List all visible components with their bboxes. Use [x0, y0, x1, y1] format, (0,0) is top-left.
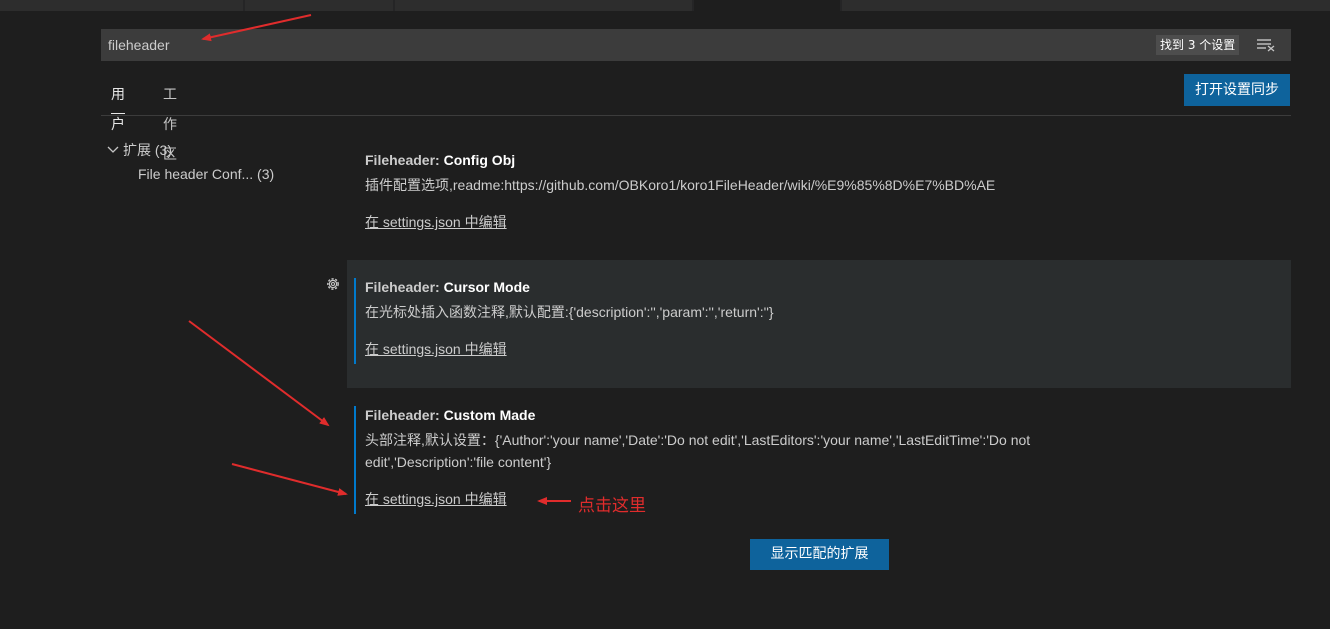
tab-workspace[interactable]: 工作区	[163, 80, 177, 163]
clear-filter-icon[interactable]	[1256, 38, 1276, 52]
setting-custom-made: Fileheader: Custom Made 头部注释,默认设置：{'Auth…	[365, 405, 1155, 509]
edit-in-settings-json-link[interactable]: 在 settings.json 中编辑	[365, 489, 507, 509]
setting-name: Cursor Mode	[443, 279, 530, 295]
setting-title: Fileheader: Cursor Mode	[365, 277, 1155, 297]
tab-user[interactable]: 用户	[111, 80, 125, 133]
setting-title: Fileheader: Custom Made	[365, 405, 1155, 425]
settings-search-box: 找到 3 个设置	[101, 29, 1291, 61]
setting-category: Fileheader:	[365, 152, 444, 168]
gear-icon[interactable]	[324, 275, 342, 293]
setting-focus-indicator	[354, 406, 356, 514]
settings-search-input[interactable]	[101, 29, 1141, 61]
tree-item-file-header-config[interactable]: File header Conf... (3)	[138, 166, 274, 182]
search-result-count-badge: 找到 3 个设置	[1156, 35, 1240, 55]
editor-tab[interactable]	[245, 0, 393, 11]
editor-tab[interactable]	[842, 0, 1330, 11]
editor-tab-active[interactable]	[694, 0, 840, 11]
setting-focus-indicator	[354, 278, 356, 364]
setting-title: Fileheader: Config Obj	[365, 150, 1155, 170]
turn-on-settings-sync-button[interactable]: 打开设置同步	[1184, 74, 1290, 106]
setting-name: Custom Made	[443, 407, 536, 423]
setting-description: 头部注释,默认设置：{'Author':'your name','Date':'…	[365, 432, 1031, 470]
settings-editor: 找到 3 个设置 用户 工作区 打开设置同步 扩展 (3) File heade…	[0, 0, 1330, 629]
setting-name: Config Obj	[443, 152, 516, 168]
setting-category: Fileheader:	[365, 279, 444, 295]
chevron-down-icon	[107, 142, 123, 158]
editor-tab[interactable]	[395, 0, 692, 11]
annotation-label: 点击这里	[578, 496, 646, 516]
setting-description: 在光标处插入函数注释,默认配置:{'description':'','param…	[365, 304, 774, 320]
show-matching-extensions-button[interactable]: 显示匹配的扩展	[750, 539, 889, 570]
setting-cursor-mode: Fileheader: Cursor Mode 在光标处插入函数注释,默认配置:…	[365, 277, 1155, 359]
editor-tab[interactable]	[0, 0, 243, 11]
edit-in-settings-json-link[interactable]: 在 settings.json 中编辑	[365, 339, 507, 359]
setting-description: 插件配置选项,readme:https://github.com/OBKoro1…	[365, 177, 996, 193]
setting-category: Fileheader:	[365, 407, 444, 423]
editor-tab-strip	[0, 0, 1330, 11]
tabs-divider	[101, 115, 1291, 116]
annotation-arrow	[188, 320, 330, 427]
tree-item-extensions[interactable]: 扩展 (3)	[107, 140, 172, 160]
setting-config-obj: Fileheader: Config Obj 插件配置选项,readme:htt…	[365, 150, 1155, 232]
tree-item-extensions-label: 扩展 (3)	[123, 142, 172, 158]
edit-in-settings-json-link[interactable]: 在 settings.json 中编辑	[365, 212, 507, 232]
annotation-arrow	[231, 463, 348, 496]
